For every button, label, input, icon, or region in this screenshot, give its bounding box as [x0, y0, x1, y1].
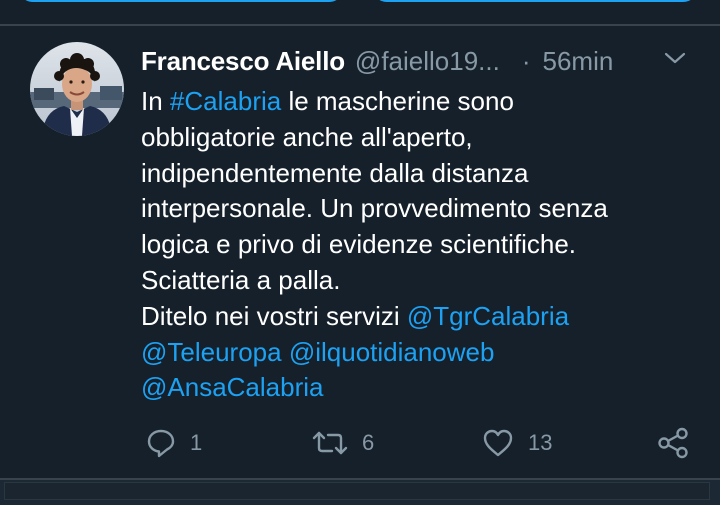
tweet-text-line: Sciatteria a palla.	[141, 263, 701, 299]
mention-link[interactable]: @AnsaCalabria	[141, 372, 323, 402]
tweet-text-line: Ditelo nei vostri servizi @TgrCalabria	[141, 299, 701, 335]
author-handle[interactable]: @faiello19...	[355, 46, 500, 77]
share-icon	[656, 427, 690, 459]
hashtag-link[interactable]: #Calabria	[170, 86, 281, 116]
reply-count: 1	[190, 430, 203, 455]
author-name[interactable]: Francesco Aiello	[141, 46, 345, 77]
tweet-view: Francesco Aiello @faiello19... · 56min I…	[0, 0, 720, 505]
tweet-text-segment: logica e privo di evidenze scientifiche.	[141, 229, 577, 260]
tweet-header: Francesco Aiello @faiello19... · 56min	[141, 44, 613, 78]
like-button[interactable]: 13	[482, 424, 552, 462]
tweet-text-segment: le mascherine sono	[281, 86, 514, 116]
tweet-text-segment: obbligatorie anche all'aperto,	[141, 121, 473, 152]
tweet-text: In #Calabria le mascherine sono obbligato…	[141, 84, 701, 406]
tweet-text-line: indipendentemente dalla distanza	[141, 156, 701, 192]
avatar-image	[30, 42, 124, 136]
top-left-button[interactable]	[18, 0, 344, 2]
chevron-down-icon[interactable]	[662, 48, 688, 68]
tweet-text-line: interpersonale. Un provvedimento senza	[141, 191, 701, 227]
top-right-button[interactable]	[372, 0, 698, 2]
tweet-text-line: @AnsaCalabria	[141, 370, 701, 406]
tweet-text-segment	[282, 337, 289, 367]
tweet-text-segment: Ditelo nei vostri servizi	[141, 300, 407, 331]
tweet-actions: 1 6 13	[0, 424, 720, 462]
tweet-text-segment: Sciatteria a palla.	[141, 264, 341, 295]
heart-icon	[482, 428, 514, 458]
tweet-text-line: obbligatorie anche all'aperto,	[141, 120, 701, 156]
mention-link[interactable]: @ilquotidianoweb	[289, 337, 495, 367]
tweet-text-line: In #Calabria le mascherine sono	[141, 84, 701, 120]
tweet-text-segment: interpersonale. Un provvedimento senza	[141, 193, 608, 224]
like-count: 13	[528, 430, 553, 455]
mention-link[interactable]: @TgrCalabria	[407, 301, 569, 331]
top-divider	[0, 24, 720, 26]
share-button[interactable]	[656, 424, 690, 462]
tweet-text-line: @Teleuropa @ilquotidianoweb	[141, 335, 701, 371]
retweet-icon	[312, 428, 348, 458]
reply-button[interactable]: 1	[146, 424, 202, 462]
tweet-text-segment: indipendentemente dalla distanza	[141, 157, 529, 188]
reply-icon	[146, 428, 176, 458]
tweet-text-line: logica e privo di evidenze scientifiche.	[141, 227, 701, 263]
tweet-text-segment: In	[141, 86, 170, 116]
avatar[interactable]	[30, 42, 124, 136]
tweet-timestamp[interactable]: 56min	[543, 46, 614, 77]
separator-dot: ·	[521, 45, 531, 76]
retweet-count: 6	[362, 430, 375, 455]
retweet-button[interactable]: 6	[312, 424, 374, 462]
mention-link[interactable]: @Teleuropa	[141, 337, 282, 367]
reply-input-area[interactable]	[4, 482, 710, 500]
